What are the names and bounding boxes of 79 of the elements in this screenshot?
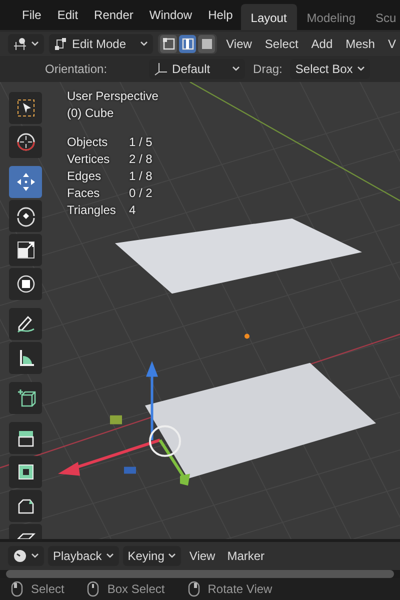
tool-button[interactable] bbox=[9, 490, 42, 522]
menu-item[interactable]: Render bbox=[86, 8, 142, 22]
move-arrows-icon bbox=[14, 171, 36, 193]
menu-item[interactable]: Window bbox=[141, 8, 200, 22]
tool-button[interactable] bbox=[9, 456, 42, 488]
tool-button[interactable] bbox=[9, 268, 42, 300]
caret-icon bbox=[106, 553, 114, 559]
transform-icon bbox=[14, 273, 36, 295]
tool-button[interactable] bbox=[9, 342, 42, 374]
origin-dot bbox=[244, 334, 250, 339]
mouse-icon bbox=[186, 581, 201, 597]
mesh-mode-icon bbox=[54, 37, 68, 51]
stat-value: 4 bbox=[129, 203, 137, 217]
view-name: User Perspective bbox=[67, 89, 158, 103]
editor-type-dropdown[interactable] bbox=[8, 546, 44, 566]
workspace-tab[interactable]: Layout bbox=[240, 4, 297, 32]
clock-icon bbox=[13, 549, 27, 563]
tool-button[interactable] bbox=[9, 200, 42, 232]
cursor-icon bbox=[14, 131, 36, 153]
stat-label: Edges bbox=[67, 169, 102, 183]
axes-icon bbox=[154, 62, 168, 76]
menu-item[interactable]: File bbox=[14, 8, 50, 22]
stat-label: Objects bbox=[67, 135, 109, 149]
menu-item[interactable]: Select bbox=[260, 37, 302, 51]
object-name: (0) Cube bbox=[67, 106, 115, 120]
axes-icon bbox=[13, 37, 27, 51]
stat-value: 1 / 8 bbox=[129, 169, 154, 183]
caret-icon bbox=[31, 41, 39, 47]
menu-item[interactable]: Help bbox=[200, 8, 241, 22]
caret-icon bbox=[232, 66, 240, 72]
tool-button[interactable] bbox=[9, 234, 42, 266]
vertex-select-icon bbox=[162, 37, 176, 51]
menu-dropdown[interactable]: Keying bbox=[122, 546, 182, 566]
select-mode-button[interactable] bbox=[179, 35, 196, 53]
menu-item[interactable]: Marker bbox=[223, 549, 269, 563]
tool-button[interactable] bbox=[9, 308, 42, 340]
stat-label: Vertices bbox=[67, 152, 111, 166]
drag-label: Drag: bbox=[253, 62, 282, 76]
orientation-label: Orientation: bbox=[45, 62, 108, 76]
menu-item[interactable]: Add bbox=[307, 37, 337, 51]
tool-button[interactable] bbox=[9, 422, 42, 454]
rotate-icon bbox=[14, 205, 36, 227]
stat-value: 0 / 2 bbox=[129, 186, 154, 200]
caret-icon bbox=[31, 553, 39, 559]
scale-icon bbox=[14, 239, 36, 261]
stat-value: 1 / 5 bbox=[129, 135, 154, 149]
status-hint: Rotate View bbox=[208, 582, 272, 596]
caret-icon bbox=[356, 66, 365, 72]
menu-item[interactable]: Edit bbox=[49, 8, 86, 22]
edge-select-icon bbox=[180, 37, 195, 51]
orientation-dropdown[interactable]: Default bbox=[149, 59, 246, 79]
tool-button[interactable] bbox=[9, 126, 42, 158]
stat-value: 2 / 8 bbox=[129, 152, 154, 166]
menu-dropdown[interactable]: Playback bbox=[48, 546, 119, 566]
face-select-icon bbox=[200, 37, 214, 51]
editor-type-dropdown[interactable] bbox=[8, 34, 44, 54]
menu-item[interactable]: Mesh bbox=[342, 37, 379, 51]
stat-label: Triangles bbox=[67, 203, 117, 217]
menu-item[interactable]: V bbox=[384, 37, 400, 51]
caret-icon bbox=[140, 41, 148, 47]
select-mode-button[interactable] bbox=[160, 35, 178, 53]
drag-dropdown[interactable]: Select Box bbox=[290, 59, 370, 79]
caret-icon bbox=[168, 553, 176, 559]
stat-label: Faces bbox=[67, 186, 101, 200]
mouse-icon bbox=[10, 581, 24, 597]
menu-item[interactable]: View bbox=[222, 37, 256, 51]
tool-button[interactable] bbox=[9, 382, 42, 414]
workspace-tab[interactable]: Modeling bbox=[296, 4, 366, 32]
tool-button[interactable] bbox=[9, 92, 42, 124]
select-box-icon bbox=[14, 97, 36, 119]
mouse-icon bbox=[86, 581, 100, 597]
mode-dropdown[interactable]: Edit Mode bbox=[49, 34, 154, 54]
status-hint: Box Select bbox=[107, 582, 165, 596]
menu-item[interactable]: View bbox=[185, 549, 220, 563]
select-mode-button[interactable] bbox=[198, 35, 216, 53]
y-axis-arrow bbox=[158, 439, 190, 486]
gizmo-ring[interactable] bbox=[149, 425, 181, 457]
workspace-tab[interactable]: Scu bbox=[366, 4, 400, 32]
status-hint: Select bbox=[31, 582, 64, 596]
